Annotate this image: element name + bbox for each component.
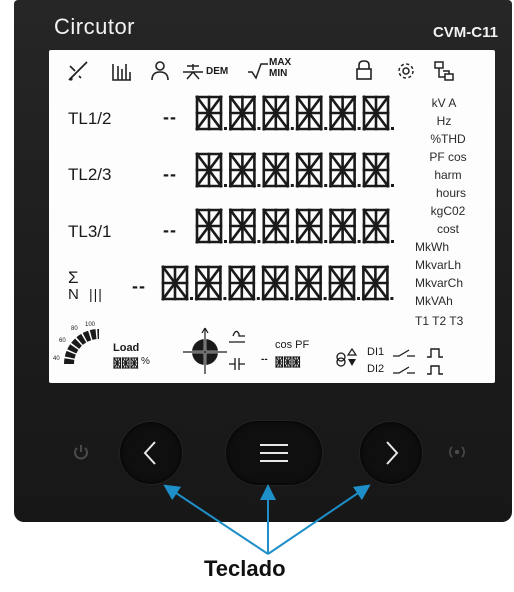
callout-arrows (163, 484, 371, 555)
keypad-callout-label: Teclado (204, 556, 286, 581)
